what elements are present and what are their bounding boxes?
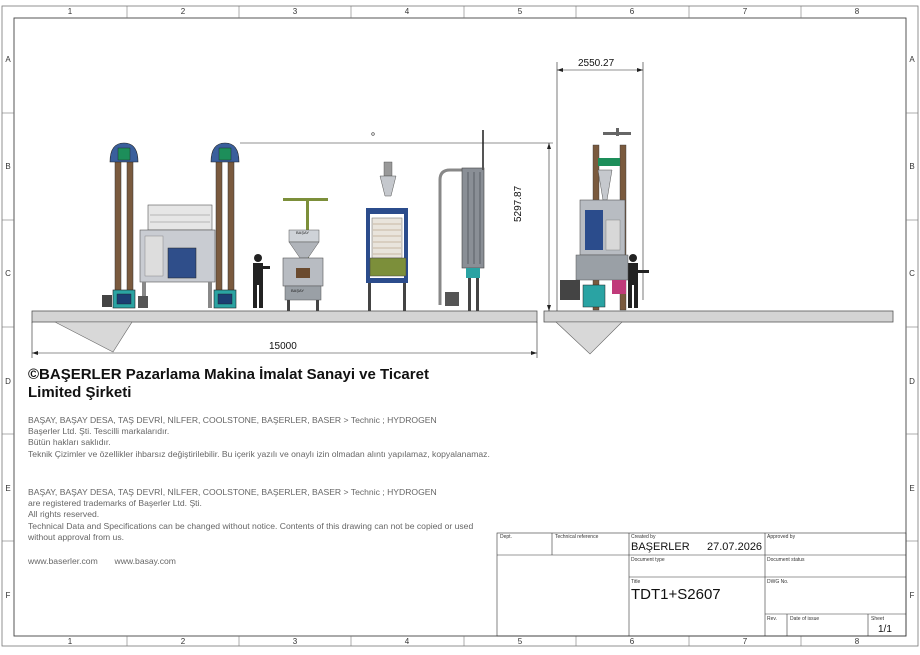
document-type-label: Document type: [631, 557, 665, 563]
zone-col-label: 4: [404, 637, 410, 646]
created-date-value: 27.07.2026: [707, 541, 763, 553]
inner-border: [13, 17, 907, 637]
created-by-label: Created by: [631, 534, 656, 540]
zone-col-label: 3: [292, 7, 298, 16]
company-name-line1: ©BAŞERLER Pazarlama Makina İmalat Sanayi…: [28, 366, 429, 383]
sheet-label: Sheet: [871, 616, 885, 622]
zone-col-label: 6: [629, 7, 635, 16]
drawing-title: TDT1+S2607: [631, 586, 721, 603]
zone-col-label: 1: [67, 637, 73, 646]
zone-row-label: E: [5, 484, 11, 493]
outer-border: [1, 5, 919, 647]
legal-tr-line: BAŞAY, BAŞAY DESA, TAŞ DEVRİ, NİLFER, CO…: [28, 415, 437, 425]
zone-row-label: E: [909, 484, 915, 493]
zone-row-label: A: [5, 55, 11, 64]
bucket-elevator-2: [210, 142, 240, 309]
zone-col-label: 1: [67, 7, 73, 16]
hopper-brand-label: BAŞAY: [296, 230, 310, 235]
legal-en-line: All rights reserved.: [28, 509, 100, 520]
created-by-value: BAŞERLER: [631, 541, 690, 553]
zone-col-label: 4: [404, 7, 410, 16]
zone-col-label: 5: [517, 637, 523, 646]
legal-notice-en: BAŞAY, BAŞAY DESA, TAŞ DEVRİ, NİLFER, CO…: [28, 487, 498, 543]
grain-separator: [138, 204, 216, 308]
zone-row-label: C: [909, 269, 915, 278]
zone-row-label: F: [5, 591, 11, 600]
zone-col-label: 2: [180, 637, 186, 646]
operator-figure: [253, 254, 270, 308]
dimension-length: 15000: [269, 341, 297, 352]
hopper-unit: [282, 198, 328, 311]
technical-reference-label: Technical reference: [555, 534, 599, 540]
website-links: www.baserler.com www.basay.com: [28, 556, 498, 567]
dimension-height: 5297.87: [513, 186, 524, 222]
legal-tr-line: Teknik Çizimler ve özellikler ihbarsız d…: [28, 448, 490, 459]
zone-row-label: D: [909, 377, 915, 386]
zone-col-label: 7: [742, 637, 748, 646]
zone-row-label: F: [909, 591, 915, 600]
zone-row-label: A: [909, 55, 915, 64]
dimension-width: 2550.27: [578, 58, 615, 69]
approved-by-label: Approved by: [767, 534, 796, 540]
document-status-label: Document status: [767, 557, 805, 563]
revision-label: Rev.: [767, 616, 777, 622]
legal-en-line: BAŞAY, BAŞAY DESA, TAŞ DEVRİ, NİLFER, CO…: [28, 487, 437, 497]
dwg-no-label: DWG No.: [767, 579, 789, 585]
legal-notice-tr: BAŞAY, BAŞAY DESA, TAŞ DEVRİ, NİLFER, CO…: [28, 415, 498, 460]
legal-tr-line: Bütün hakları saklıdır.: [28, 437, 111, 448]
sheet-value: 1/1: [878, 624, 892, 635]
cyclone-column: [438, 130, 485, 311]
zone-col-label: 3: [292, 637, 298, 646]
title-label: Title: [631, 579, 641, 585]
floor-slab: [31, 310, 538, 323]
zone-row-label: B: [909, 162, 915, 171]
title-block: [496, 532, 907, 637]
zone-ticks: [2, 6, 918, 646]
press-brand-label: BAŞAY: [291, 288, 305, 293]
legal-en-line: Technical Data and Specifications can be…: [28, 520, 474, 542]
zone-col-label: 2: [180, 7, 186, 16]
zone-row-label: B: [5, 162, 11, 171]
sieve-machine: [366, 161, 408, 311]
zone-col-label: 6: [629, 637, 635, 646]
zone-col-label: 7: [742, 7, 748, 16]
zone-col-label: 8: [854, 637, 860, 646]
company-name-line2: Limited Şirketi: [28, 384, 132, 401]
legal-tr-line: Başerler Ltd. Şti. Tescilli markalarıdır…: [28, 426, 170, 437]
center-mark: [371, 132, 375, 136]
pit-section: [54, 321, 133, 353]
dimension-height-text: 5297.87: [513, 185, 524, 222]
zone-row-label: D: [5, 377, 11, 386]
website-link[interactable]: www.baserler.com: [28, 556, 98, 566]
pit-section-side: [555, 321, 623, 355]
side-view-assembly: [560, 128, 631, 311]
floor-slab-side: [543, 310, 894, 323]
website-link[interactable]: www.basay.com: [115, 556, 176, 566]
zone-col-label: 8: [854, 7, 860, 16]
company-name: ©BAŞERLER Pazarlama Makina İmalat Sanayi…: [28, 366, 498, 402]
legal-en-line: are registered trademarks of Başerler Lt…: [28, 498, 202, 509]
zone-col-label: 5: [517, 7, 523, 16]
bucket-elevator-1: [102, 142, 139, 309]
operator-figure-side: [628, 254, 649, 308]
dept-label: Dept.: [500, 534, 512, 540]
date-of-issue-label: Date of issue: [790, 616, 820, 622]
zone-row-label: C: [5, 269, 11, 278]
